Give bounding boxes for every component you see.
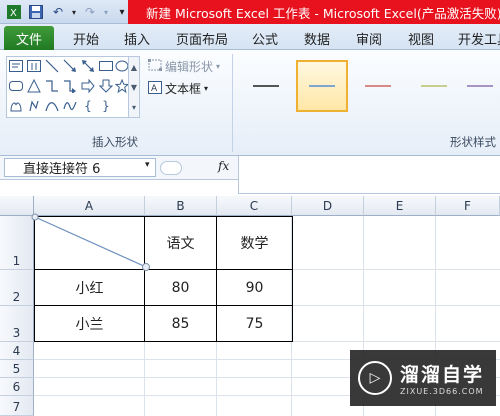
shape-style-2-selected[interactable] bbox=[296, 60, 348, 112]
down-arrow-shape-icon[interactable] bbox=[98, 78, 114, 94]
watermark-main: 溜溜自学 bbox=[400, 364, 485, 386]
tab-page-layout[interactable]: 页面布局 bbox=[176, 28, 228, 48]
play-logo-icon: ▷ bbox=[358, 361, 392, 395]
freeform-shape-icon[interactable] bbox=[26, 98, 42, 114]
shape-style-3[interactable] bbox=[352, 60, 404, 112]
tab-home[interactable]: 开始 bbox=[73, 28, 99, 48]
gallery-more-icon[interactable]: ▾ bbox=[132, 103, 136, 112]
style-line bbox=[365, 85, 391, 87]
svg-text:A: A bbox=[151, 84, 158, 94]
scroll-down-icon[interactable]: ▼ bbox=[131, 83, 137, 92]
row-header-2[interactable]: 2 bbox=[0, 270, 34, 306]
text-box-icon: A bbox=[148, 80, 162, 97]
elbow-arrow-connector-icon[interactable] bbox=[62, 78, 78, 94]
name-box[interactable]: 直接连接符 6 bbox=[4, 158, 156, 177]
window-title: 新建 Microsoft Excel 工作表 - Microsoft Excel… bbox=[128, 0, 500, 24]
edit-shape-button[interactable]: 编辑形状 ▾ bbox=[148, 58, 220, 75]
text-box-label: 文本框 bbox=[165, 82, 202, 96]
style-line bbox=[467, 85, 493, 87]
cell-b2[interactable]: 80 bbox=[145, 270, 216, 305]
chevron-down-icon: ▾ bbox=[204, 84, 209, 93]
cell-b1[interactable]: 语文 bbox=[145, 217, 216, 269]
tab-view[interactable]: 视图 bbox=[408, 28, 434, 48]
curve-shape-icon[interactable] bbox=[44, 98, 60, 114]
save-icon[interactable] bbox=[28, 4, 44, 20]
textbox-shape-icon[interactable] bbox=[8, 58, 24, 74]
cell-b3[interactable]: 85 bbox=[145, 306, 216, 341]
table-border bbox=[292, 216, 293, 342]
style-line bbox=[253, 85, 279, 87]
svg-text:X: X bbox=[10, 8, 17, 19]
tab-review[interactable]: 审阅 bbox=[356, 28, 382, 48]
rectangle-shape-icon[interactable] bbox=[98, 58, 114, 74]
watermark: ▷ 溜溜自学 ZIXUE.3D66.COM bbox=[350, 350, 496, 406]
watermark-sub: ZIXUE.3D66.COM bbox=[400, 387, 484, 396]
connector-handle-start[interactable] bbox=[31, 213, 39, 221]
column-header-e[interactable]: E bbox=[364, 196, 436, 216]
column-header-d[interactable]: D bbox=[292, 196, 364, 216]
undo-dropdown-icon[interactable]: ▾ bbox=[66, 4, 82, 20]
tab-insert[interactable]: 插入 bbox=[124, 28, 150, 48]
vertical-textbox-shape-icon[interactable] bbox=[26, 58, 42, 74]
style-line bbox=[421, 85, 447, 87]
group-label-insert-shapes: 插入形状 bbox=[92, 135, 138, 149]
left-brace-shape-icon[interactable]: { bbox=[80, 98, 96, 114]
tab-data[interactable]: 数据 bbox=[304, 28, 330, 48]
text-box-button[interactable]: A 文本框 ▾ bbox=[148, 80, 208, 97]
elbow-connector-icon[interactable] bbox=[44, 78, 60, 94]
undo-icon[interactable]: ↶ bbox=[50, 4, 66, 20]
triangle-shape-icon[interactable] bbox=[26, 78, 42, 94]
insert-function-icon[interactable]: fx bbox=[218, 159, 229, 173]
line-shape-icon[interactable] bbox=[44, 58, 60, 74]
row-header-6[interactable]: 6 bbox=[0, 378, 34, 396]
row-header-5[interactable]: 5 bbox=[0, 360, 34, 378]
edit-shape-label: 编辑形状 bbox=[165, 60, 214, 74]
row-header-3[interactable]: 3 bbox=[0, 306, 34, 342]
formula-bar-splitter[interactable] bbox=[160, 161, 182, 175]
tab-developer[interactable]: 开发工具 bbox=[458, 28, 500, 48]
shape-style-4[interactable] bbox=[408, 60, 460, 112]
tab-file[interactable]: 文件 bbox=[4, 26, 54, 50]
arrow-line-shape-icon[interactable] bbox=[62, 58, 78, 74]
redo-dropdown-icon[interactable]: ▾ bbox=[98, 4, 114, 20]
redo-icon[interactable]: ↷ bbox=[82, 4, 98, 20]
cell-a2[interactable]: 小红 bbox=[35, 270, 144, 305]
select-all-corner[interactable] bbox=[0, 196, 34, 216]
tab-formulas[interactable]: 公式 bbox=[252, 28, 278, 48]
right-brace-shape-icon[interactable]: } bbox=[98, 98, 114, 114]
row-header-1[interactable]: 1 bbox=[0, 216, 34, 270]
shape-style-1[interactable] bbox=[240, 60, 292, 112]
flowchart-shape-icon[interactable] bbox=[8, 98, 24, 114]
name-box-dropdown-icon[interactable]: ▾ bbox=[145, 160, 150, 170]
formula-input[interactable] bbox=[238, 156, 500, 194]
cell-c1[interactable]: 数学 bbox=[217, 217, 292, 269]
style-line bbox=[309, 85, 335, 87]
group-separator bbox=[232, 54, 233, 152]
scribble-shape-icon[interactable] bbox=[62, 98, 78, 114]
shapes-gallery-scroll[interactable]: ▲ ▼ ▾ bbox=[128, 56, 140, 118]
name-box-value: 直接连接符 6 bbox=[23, 162, 101, 177]
group-label-shape-styles: 形状样式 bbox=[450, 135, 496, 149]
double-arrow-shape-icon[interactable] bbox=[80, 58, 96, 74]
diagonal-connector-shape[interactable] bbox=[30, 212, 154, 276]
column-header-b[interactable]: B bbox=[145, 196, 217, 216]
table-border bbox=[34, 341, 293, 342]
shape-style-5[interactable] bbox=[460, 60, 500, 112]
edit-shape-icon bbox=[148, 59, 162, 74]
column-header-c[interactable]: C bbox=[217, 196, 292, 216]
excel-logo-icon: X bbox=[6, 4, 22, 20]
row-header-7[interactable]: 7 bbox=[0, 396, 34, 416]
cell-a3[interactable]: 小兰 bbox=[35, 306, 144, 341]
chevron-down-icon: ▾ bbox=[216, 62, 221, 71]
cell-c2[interactable]: 90 bbox=[217, 270, 292, 305]
rounded-rectangle-shape-icon[interactable] bbox=[8, 78, 24, 94]
cell-c3[interactable]: 75 bbox=[217, 306, 292, 341]
right-arrow-shape-icon[interactable] bbox=[80, 78, 96, 94]
row-header-4[interactable]: 4 bbox=[0, 342, 34, 360]
scroll-up-icon[interactable]: ▲ bbox=[131, 63, 137, 72]
column-header-f[interactable]: F bbox=[436, 196, 500, 216]
